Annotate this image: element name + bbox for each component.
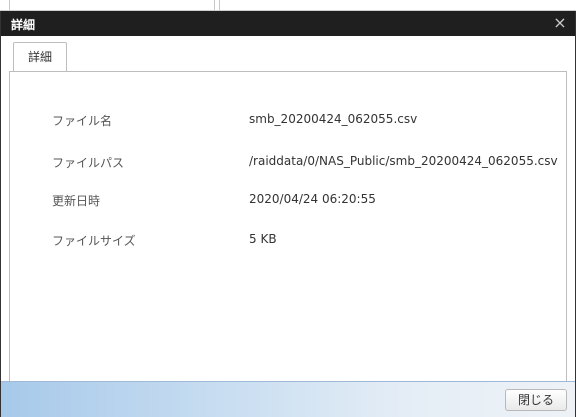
- file-name-label: ファイル名: [52, 114, 113, 128]
- dialog-footer: 閉じる: [1, 381, 575, 417]
- background-divider: [0, 0, 10, 10]
- tab-details[interactable]: 詳細: [13, 42, 67, 72]
- dialog-title: 詳細: [11, 18, 36, 32]
- detail-row-file-name: ファイル名 smb_20200424_062055.csv: [10, 112, 566, 132]
- detail-row-modified: 更新日時 2020/04/24 06:20:55: [10, 192, 566, 212]
- file-path-label: ファイルパス: [52, 156, 125, 170]
- background-column-divider: [214, 0, 220, 10]
- dialog-titlebar[interactable]: 詳細 ×: [1, 11, 575, 36]
- file-size-value: 5 KB: [249, 232, 277, 246]
- detail-row-file-size: ファイルサイズ 5 KB: [10, 232, 566, 252]
- file-path-value: /raiddata/0/NAS_Public/smb_20200424_0620…: [249, 154, 558, 168]
- close-icon[interactable]: ×: [551, 13, 569, 33]
- modified-label: 更新日時: [52, 194, 101, 208]
- tab-bar: 詳細: [9, 42, 567, 72]
- file-size-label: ファイルサイズ: [52, 234, 136, 248]
- background-window-strip: [0, 0, 576, 11]
- detail-row-file-path: ファイルパス /raiddata/0/NAS_Public/smb_202004…: [10, 154, 566, 174]
- close-button[interactable]: 閉じる: [505, 389, 567, 411]
- file-name-value: smb_20200424_062055.csv: [249, 112, 418, 126]
- modified-value: 2020/04/24 06:20:55: [249, 192, 376, 206]
- details-dialog: 詳細 × 詳細 ファイル名 smb_20200424_062055.csv ファ…: [0, 11, 576, 417]
- details-panel: ファイル名 smb_20200424_062055.csv ファイルパス /ra…: [9, 71, 567, 382]
